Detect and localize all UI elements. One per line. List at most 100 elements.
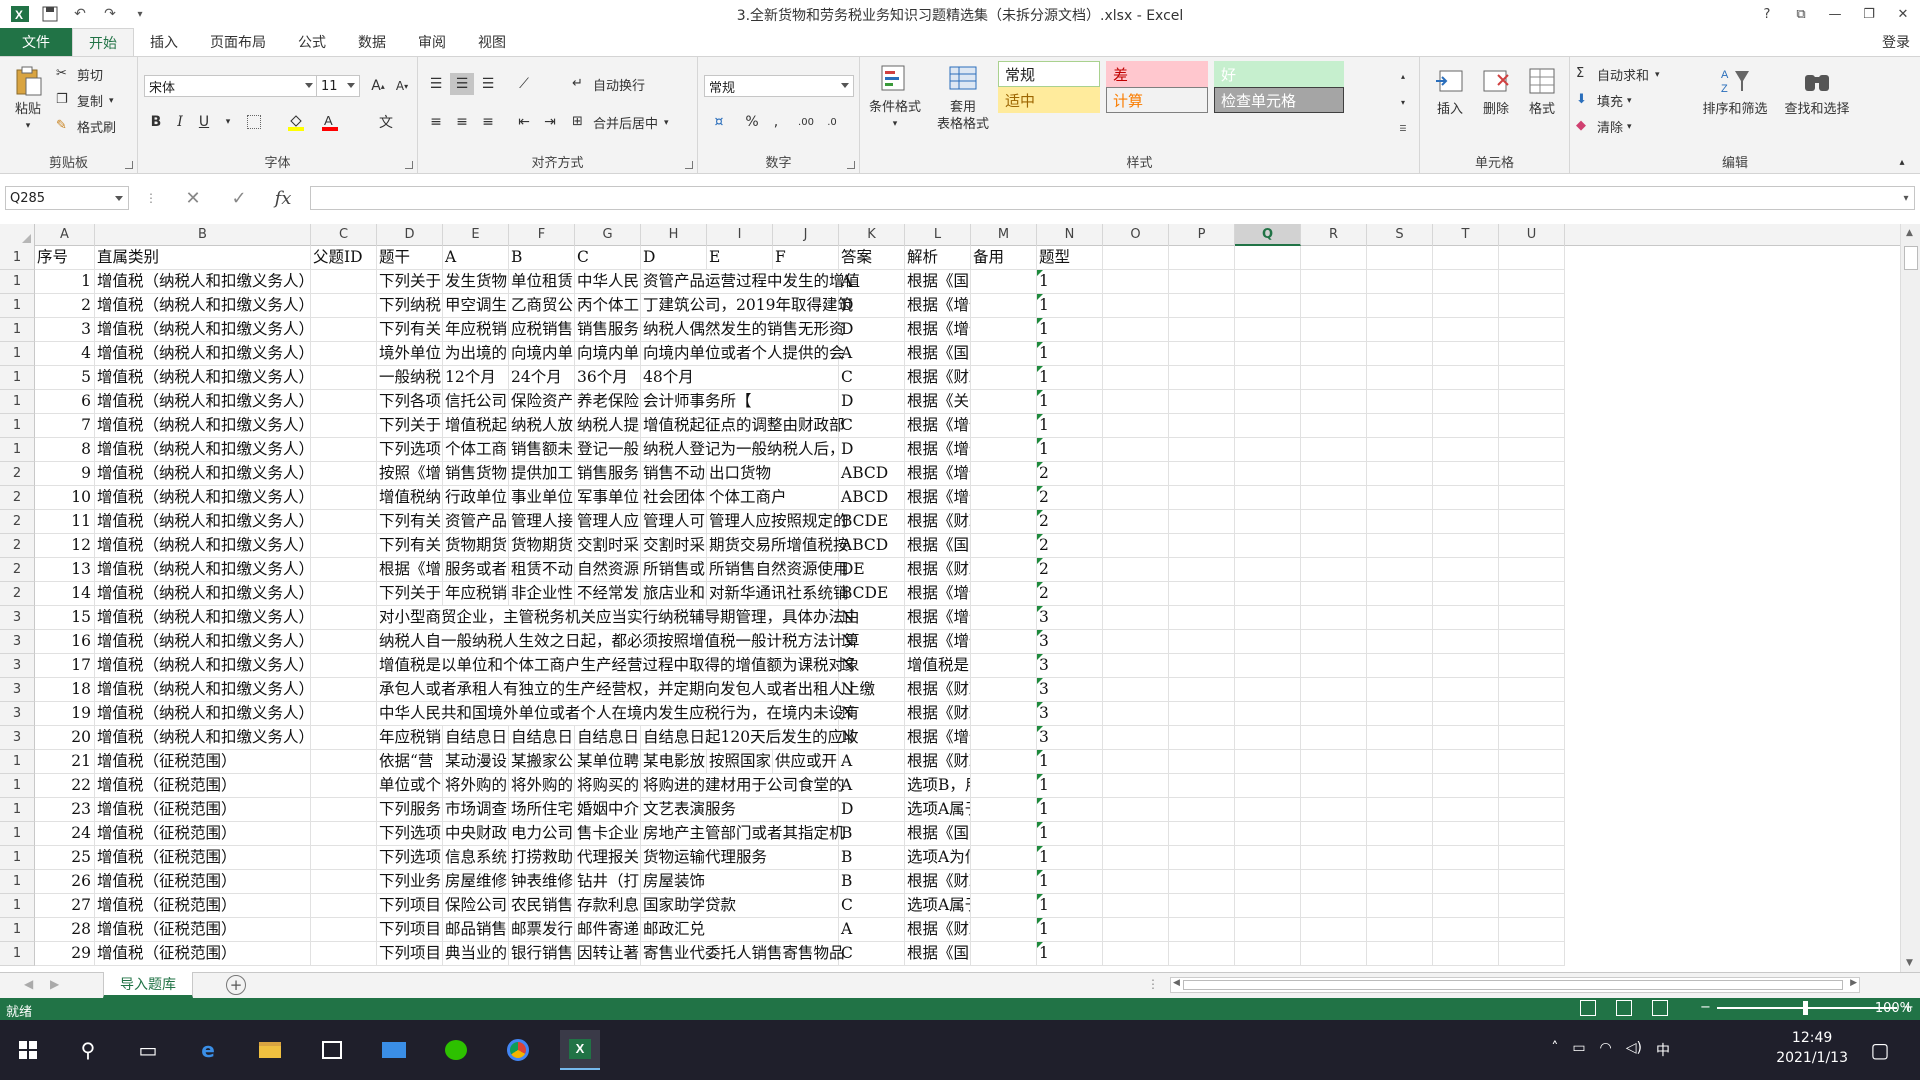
cell[interactable]: 24个月 — [509, 366, 575, 390]
cell[interactable] — [1367, 798, 1433, 822]
cell[interactable] — [1301, 318, 1367, 342]
cell[interactable]: D — [839, 798, 905, 822]
font-dialog-launcher[interactable] — [405, 161, 413, 169]
cell[interactable]: 2 — [35, 294, 95, 318]
cell[interactable]: 行政单位 — [443, 486, 509, 510]
cell[interactable]: 自结息日起120天后发生的应收 — [641, 726, 859, 750]
cell[interactable]: 旅店业和 — [641, 582, 707, 606]
row-header[interactable]: 1 — [0, 798, 35, 822]
gallery-up-icon[interactable]: ▴ — [1396, 65, 1410, 87]
cell[interactable]: 某动漫设 — [443, 750, 509, 774]
cell[interactable] — [311, 390, 377, 414]
horizontal-scrollbar[interactable]: ◀ ▶ — [1170, 977, 1860, 993]
cell[interactable] — [1367, 942, 1433, 966]
cell-style-4[interactable]: 计算 — [1106, 87, 1208, 113]
cell[interactable] — [1367, 270, 1433, 294]
cell[interactable] — [1433, 462, 1499, 486]
cell[interactable]: 根据《财政部、国家 — [905, 678, 971, 702]
cell[interactable]: 根据《增 — [377, 558, 443, 582]
row-header[interactable]: 1 — [0, 342, 35, 366]
cell[interactable]: 下列纳税 — [377, 294, 443, 318]
cell[interactable]: 下列关于 — [377, 582, 443, 606]
cell[interactable] — [1367, 438, 1433, 462]
cell[interactable] — [1103, 510, 1169, 534]
cell[interactable] — [1103, 318, 1169, 342]
cell[interactable]: 下列项目 — [377, 942, 443, 966]
cell[interactable] — [971, 318, 1037, 342]
cell[interactable]: 将外购的 — [443, 774, 509, 798]
cell[interactable]: 2 — [1037, 462, 1103, 486]
cell[interactable]: D — [839, 318, 905, 342]
cell[interactable] — [1103, 774, 1169, 798]
cell[interactable]: 保险资产 — [509, 390, 575, 414]
column-header-n[interactable]: N — [1037, 224, 1103, 246]
cell[interactable]: 选项A属于鉴证咨询 — [905, 798, 971, 822]
cell[interactable] — [1367, 246, 1433, 270]
cell[interactable] — [1235, 366, 1301, 390]
cell[interactable]: 某电影放 — [641, 750, 707, 774]
cell[interactable]: 年应税销 — [443, 582, 509, 606]
clock[interactable]: 12:49 2021/1/13 — [1776, 1028, 1848, 1068]
tab-home[interactable]: 开始 — [72, 28, 134, 56]
cell[interactable]: 23 — [35, 798, 95, 822]
cell[interactable]: 根据《增值税一般纳 — [905, 294, 971, 318]
row-header[interactable]: 1 — [0, 414, 35, 438]
cell[interactable]: 交割时采 — [575, 534, 641, 558]
cell[interactable]: 丙个体工商 — [575, 294, 641, 318]
cell[interactable]: 将购进的建材用于公司食堂的 — [641, 774, 845, 798]
cell[interactable]: 增值税（纳税人和扣缴义务人） — [95, 582, 311, 606]
fill-button[interactable]: ⬇ 填充 ▾ — [1576, 91, 1632, 111]
cell[interactable] — [1235, 462, 1301, 486]
cell[interactable]: 18 — [35, 678, 95, 702]
cell[interactable] — [1367, 534, 1433, 558]
cell[interactable] — [1499, 510, 1565, 534]
copy-button[interactable]: ❐ 复制 ▾ — [56, 91, 114, 111]
cell[interactable] — [1103, 702, 1169, 726]
header-cell[interactable]: D — [641, 246, 707, 270]
cell[interactable]: 下列选项 — [377, 846, 443, 870]
cell[interactable]: 1 — [1037, 942, 1103, 966]
cell[interactable] — [311, 822, 377, 846]
autosum-button[interactable]: Σ 自动求和 ▾ — [1576, 65, 1660, 85]
header-cell[interactable]: 题干 — [377, 246, 443, 270]
cell[interactable]: 中央财政 — [443, 822, 509, 846]
cell[interactable]: 信托公司 — [443, 390, 509, 414]
column-header-h[interactable]: H — [641, 224, 707, 246]
cell[interactable]: 1 — [1037, 846, 1103, 870]
cell[interactable] — [1433, 558, 1499, 582]
cell[interactable] — [971, 414, 1037, 438]
cell-style-2[interactable]: 好 — [1214, 61, 1344, 87]
cell[interactable] — [1499, 318, 1565, 342]
cell[interactable] — [1169, 798, 1235, 822]
cell[interactable] — [311, 726, 377, 750]
italic-button[interactable]: I — [168, 111, 192, 133]
column-header-o[interactable]: O — [1103, 224, 1169, 246]
cell[interactable] — [1433, 606, 1499, 630]
cell[interactable]: 售卡企业 — [575, 822, 641, 846]
cell[interactable] — [1301, 582, 1367, 606]
cell[interactable]: 单位或个 — [377, 774, 443, 798]
cell[interactable]: 场所住宅 — [509, 798, 575, 822]
cell[interactable]: 向境内单 — [575, 342, 641, 366]
cell[interactable] — [1103, 294, 1169, 318]
format-cells-button[interactable]: 格式 — [1522, 65, 1562, 118]
row-header[interactable]: 3 — [0, 726, 35, 750]
cell[interactable]: 丁建筑公司，2019年取得建筑 — [641, 294, 853, 318]
cell[interactable] — [1235, 798, 1301, 822]
notifications-icon[interactable]: ▢ — [1860, 1030, 1900, 1070]
cell[interactable] — [1367, 870, 1433, 894]
cell[interactable] — [1169, 726, 1235, 750]
cell[interactable]: A — [839, 342, 905, 366]
formula-input[interactable] — [310, 186, 1915, 210]
cell[interactable] — [1235, 630, 1301, 654]
cell[interactable] — [1499, 870, 1565, 894]
cell[interactable]: 增值税（征税范围） — [95, 750, 311, 774]
cell[interactable] — [311, 366, 377, 390]
cell[interactable] — [1235, 318, 1301, 342]
cell[interactable]: 下列服务 — [377, 798, 443, 822]
cell[interactable] — [1235, 510, 1301, 534]
cell[interactable] — [971, 846, 1037, 870]
cell[interactable] — [1433, 582, 1499, 606]
cell[interactable] — [1499, 438, 1565, 462]
row-header[interactable]: 1 — [0, 438, 35, 462]
